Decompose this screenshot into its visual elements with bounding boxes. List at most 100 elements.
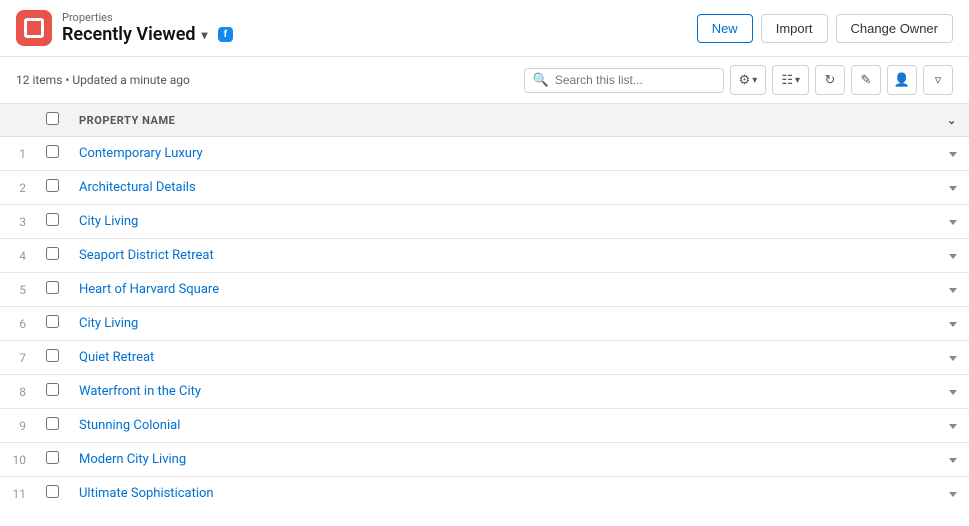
row-number: 4 xyxy=(0,239,36,273)
view-name-dropdown-icon[interactable]: ▾ xyxy=(202,28,208,42)
property-name-link[interactable]: Modern City Living xyxy=(79,452,186,467)
row-expand-icon[interactable] xyxy=(949,220,957,225)
filter-button[interactable]: ▿ xyxy=(923,65,953,95)
property-name-link[interactable]: Quiet Retreat xyxy=(79,350,154,365)
row-checkbox[interactable] xyxy=(46,485,59,498)
app-icon xyxy=(16,10,52,46)
row-checkbox-cell[interactable] xyxy=(36,375,69,409)
new-button[interactable]: New xyxy=(697,14,753,43)
property-name-cell: City Living xyxy=(69,205,937,239)
search-icon: 🔍 xyxy=(533,73,549,88)
row-expand-cell[interactable] xyxy=(937,273,969,307)
row-checkbox-cell[interactable] xyxy=(36,205,69,239)
import-button[interactable]: Import xyxy=(761,14,828,43)
row-expand-icon[interactable] xyxy=(949,390,957,395)
row-checkbox[interactable] xyxy=(46,247,59,260)
property-name-link[interactable]: Contemporary Luxury xyxy=(79,146,203,161)
row-expand-cell[interactable] xyxy=(937,409,969,443)
property-name-cell: Waterfront in the City xyxy=(69,375,937,409)
row-checkbox[interactable] xyxy=(46,179,59,192)
columns-dropdown-icon: ▾ xyxy=(795,75,800,86)
columns-button[interactable]: ☷ ▾ xyxy=(772,65,809,95)
row-checkbox[interactable] xyxy=(46,349,59,362)
row-checkbox-cell[interactable] xyxy=(36,239,69,273)
property-name-link[interactable]: City Living xyxy=(79,214,138,229)
row-checkbox[interactable] xyxy=(46,281,59,294)
row-expand-icon[interactable] xyxy=(949,152,957,157)
row-expand-cell[interactable] xyxy=(937,137,969,171)
property-name-link[interactable]: Seaport District Retreat xyxy=(79,248,214,263)
row-expand-cell[interactable] xyxy=(937,477,969,511)
row-expand-cell[interactable] xyxy=(937,341,969,375)
settings-button[interactable]: ⚙ ▾ xyxy=(730,65,767,95)
row-checkbox[interactable] xyxy=(46,145,59,158)
row-expand-icon[interactable] xyxy=(949,492,957,497)
row-checkbox-cell[interactable] xyxy=(36,137,69,171)
gear-dropdown-icon: ▾ xyxy=(752,75,757,86)
row-checkbox-cell[interactable] xyxy=(36,443,69,477)
row-checkbox-cell[interactable] xyxy=(36,341,69,375)
property-name-label: PROPERTY NAME xyxy=(79,114,175,127)
filter-icon: ▿ xyxy=(935,73,942,88)
property-name-link[interactable]: City Living xyxy=(79,316,138,331)
expand-icon: ⌄ xyxy=(947,114,957,127)
property-name-cell: Quiet Retreat xyxy=(69,341,937,375)
row-expand-cell[interactable] xyxy=(937,443,969,477)
row-number: 6 xyxy=(0,307,36,341)
row-expand-icon[interactable] xyxy=(949,424,957,429)
gear-icon: ⚙ xyxy=(739,73,751,88)
row-number: 9 xyxy=(0,409,36,443)
row-expand-icon[interactable] xyxy=(949,288,957,293)
refresh-button[interactable]: ↻ xyxy=(815,65,845,95)
property-name-cell: Modern City Living xyxy=(69,443,937,477)
change-owner-button[interactable]: Change Owner xyxy=(836,14,953,43)
row-checkbox-cell[interactable] xyxy=(36,409,69,443)
checkbox-header[interactable] xyxy=(36,104,69,137)
row-number: 3 xyxy=(0,205,36,239)
items-info: 12 items • Updated a minute ago xyxy=(16,73,190,87)
row-number: 11 xyxy=(0,477,36,511)
row-expand-icon[interactable] xyxy=(949,254,957,259)
row-checkbox[interactable] xyxy=(46,315,59,328)
toolbar: 🔍 ⚙ ▾ ☷ ▾ ↻ ✎ 👤 ▿ xyxy=(524,65,953,95)
property-name-link[interactable]: Stunning Colonial xyxy=(79,418,180,433)
property-name-link[interactable]: Ultimate Sophistication xyxy=(79,486,214,501)
property-name-link[interactable]: Heart of Harvard Square xyxy=(79,282,219,297)
share-button[interactable]: 👤 xyxy=(887,65,917,95)
row-checkbox-cell[interactable] xyxy=(36,477,69,511)
row-expand-cell[interactable] xyxy=(937,171,969,205)
row-expand-cell[interactable] xyxy=(937,307,969,341)
property-name-cell: Heart of Harvard Square xyxy=(69,273,937,307)
row-expand-icon[interactable] xyxy=(949,186,957,191)
property-name-cell: Ultimate Sophistication xyxy=(69,477,937,511)
row-checkbox-cell[interactable] xyxy=(36,307,69,341)
property-name-link[interactable]: Architectural Details xyxy=(79,180,196,195)
table-row: 7 Quiet Retreat xyxy=(0,341,969,375)
row-checkbox-cell[interactable] xyxy=(36,273,69,307)
table-row: 11 Ultimate Sophistication xyxy=(0,477,969,511)
search-input[interactable] xyxy=(555,73,715,87)
table-header-row: PROPERTY NAME ⌄ xyxy=(0,104,969,137)
row-expand-icon[interactable] xyxy=(949,458,957,463)
table-row: 4 Seaport District Retreat xyxy=(0,239,969,273)
row-num-header xyxy=(0,104,36,137)
expand-header: ⌄ xyxy=(937,104,969,137)
row-checkbox[interactable] xyxy=(46,417,59,430)
property-name-link[interactable]: Waterfront in the City xyxy=(79,384,201,399)
view-name-label: Recently Viewed xyxy=(62,24,196,45)
row-expand-icon[interactable] xyxy=(949,356,957,361)
header: Properties Recently Viewed ▾ f New Impor… xyxy=(0,0,969,57)
row-checkbox[interactable] xyxy=(46,213,59,226)
search-box[interactable]: 🔍 xyxy=(524,68,724,93)
row-checkbox[interactable] xyxy=(46,451,59,464)
table-row: 3 City Living xyxy=(0,205,969,239)
row-number: 7 xyxy=(0,341,36,375)
row-expand-cell[interactable] xyxy=(937,375,969,409)
row-expand-cell[interactable] xyxy=(937,239,969,273)
edit-button[interactable]: ✎ xyxy=(851,65,881,95)
row-checkbox[interactable] xyxy=(46,383,59,396)
select-all-checkbox[interactable] xyxy=(46,112,59,125)
row-checkbox-cell[interactable] xyxy=(36,171,69,205)
row-expand-cell[interactable] xyxy=(937,205,969,239)
row-expand-icon[interactable] xyxy=(949,322,957,327)
